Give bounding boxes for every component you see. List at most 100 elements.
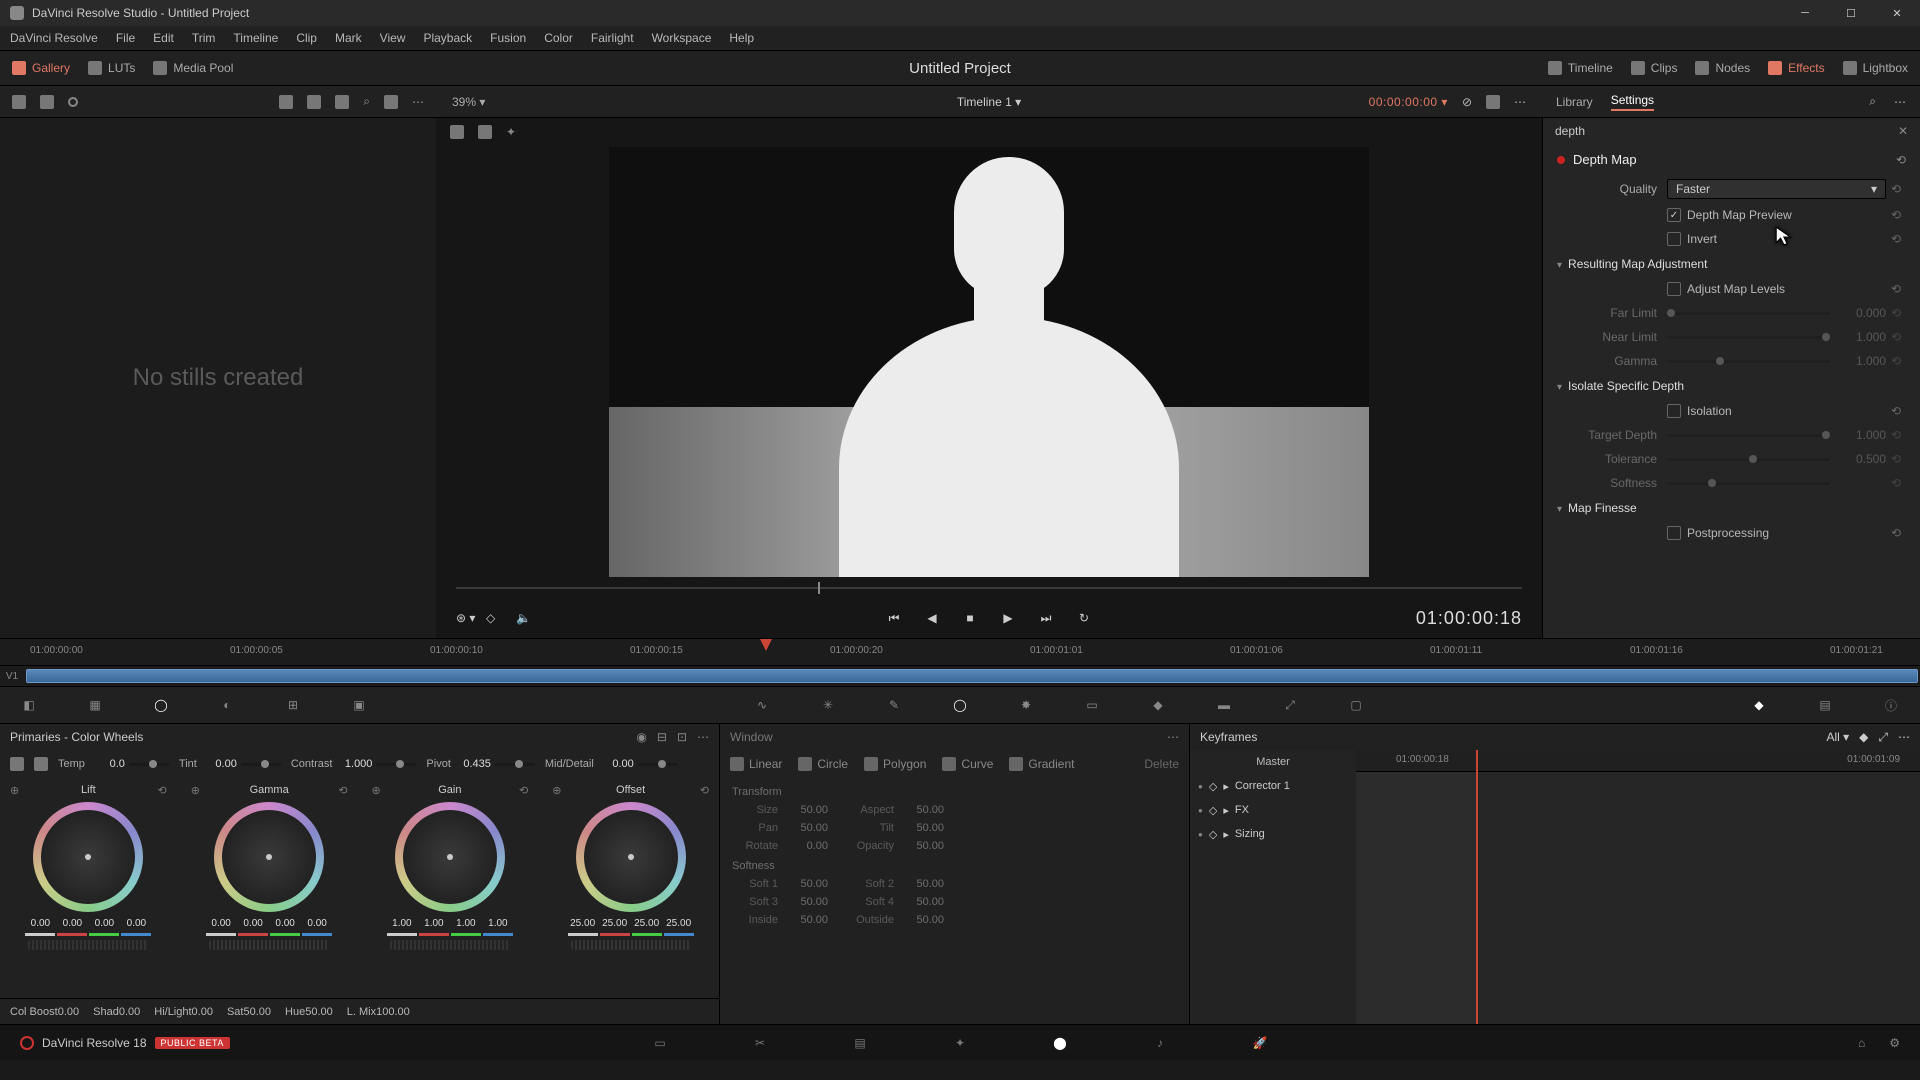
menu-item[interactable]: Edit bbox=[153, 31, 174, 45]
timeline-toggle[interactable]: Timeline bbox=[1548, 61, 1613, 75]
preview-reset-icon[interactable]: ⟲ bbox=[1886, 208, 1906, 222]
adjust-value[interactable]: 50.00 bbox=[305, 1006, 333, 1018]
wheel-channel-value[interactable]: 0.00 bbox=[238, 918, 268, 929]
wheel-channel-value[interactable]: 1.00 bbox=[387, 918, 417, 929]
color-match-icon[interactable]: ▦ bbox=[86, 696, 104, 714]
wheel-channel-value[interactable]: 0.00 bbox=[302, 918, 332, 929]
postprocessing-checkbox[interactable] bbox=[1667, 526, 1681, 540]
rgb-mixer-icon[interactable]: ⊞ bbox=[284, 696, 302, 714]
shape-circle[interactable]: Circle bbox=[798, 757, 848, 771]
viewer-scrubber[interactable] bbox=[456, 578, 1522, 598]
tolerance-reset-icon[interactable]: ⟲ bbox=[1886, 452, 1906, 466]
wheel-channel-value[interactable]: 0.00 bbox=[89, 918, 119, 929]
sf-value[interactable]: 50.00 bbox=[900, 878, 944, 890]
adjust-slider[interactable] bbox=[495, 763, 535, 766]
timeline-clip[interactable] bbox=[26, 669, 1918, 683]
section-map-adjustment[interactable]: Resulting Map Adjustment bbox=[1543, 251, 1920, 277]
minimize-button[interactable]: ─ bbox=[1782, 0, 1828, 26]
master-wheel-strip[interactable] bbox=[571, 940, 691, 950]
softness-reset-icon[interactable]: ⟲ bbox=[1886, 476, 1906, 490]
adjust-levels-reset-icon[interactable]: ⟲ bbox=[1886, 282, 1906, 296]
far-limit-slider[interactable] bbox=[1667, 312, 1830, 315]
stop-button[interactable]: ■ bbox=[960, 608, 980, 628]
menu-item[interactable]: DaVinci Resolve bbox=[10, 31, 98, 45]
tracker-icon[interactable]: ✸ bbox=[1017, 696, 1035, 714]
far-limit-reset-icon[interactable]: ⟲ bbox=[1886, 306, 1906, 320]
adjust-value[interactable]: 0.0 bbox=[89, 758, 125, 770]
tolerance-value[interactable]: 0.500 bbox=[1838, 452, 1886, 466]
adjust-slider[interactable] bbox=[376, 763, 416, 766]
wheel-reset-icon[interactable]: ⟲ bbox=[338, 784, 347, 797]
adjust-value[interactable]: 0.00 bbox=[192, 1006, 213, 1018]
keyframes-icon[interactable]: ◆ bbox=[1750, 696, 1768, 714]
loop-button[interactable]: ↻ bbox=[1074, 608, 1094, 628]
wheel-channel-value[interactable]: 0.00 bbox=[270, 918, 300, 929]
window-icon[interactable]: ◯ bbox=[951, 696, 969, 714]
adjust-value[interactable]: 0.00 bbox=[119, 1006, 140, 1018]
tf-value[interactable]: 50.00 bbox=[900, 822, 944, 834]
wheel-reset-icon[interactable]: ⟲ bbox=[700, 784, 709, 797]
split-screen-icon[interactable] bbox=[478, 125, 492, 139]
expand-viewer-icon[interactable] bbox=[1486, 95, 1500, 109]
hdr-icon[interactable]: ◐ bbox=[218, 696, 236, 714]
nodes-toggle[interactable]: Nodes bbox=[1695, 61, 1750, 75]
sort-icon[interactable] bbox=[279, 95, 293, 109]
sf-value[interactable]: 50.00 bbox=[784, 914, 828, 926]
unmix-icon[interactable]: ◇ bbox=[486, 611, 495, 625]
expand-icon[interactable] bbox=[384, 95, 398, 109]
adjust-value[interactable]: 100.00 bbox=[376, 1006, 410, 1018]
wheels-mode-2-icon[interactable]: ⊟ bbox=[657, 730, 667, 744]
delete-shape-button[interactable]: Delete bbox=[1144, 757, 1179, 771]
key-icon[interactable]: ▬ bbox=[1215, 696, 1233, 714]
wheels-icon[interactable]: ◯ bbox=[152, 696, 170, 714]
gamma-reset-icon[interactable]: ⟲ bbox=[1886, 354, 1906, 368]
wheel-channel-value[interactable]: 0.00 bbox=[121, 918, 151, 929]
shape-curve[interactable]: Curve bbox=[942, 757, 993, 771]
library-tab[interactable]: Library bbox=[1556, 95, 1593, 109]
menu-item[interactable]: Help bbox=[729, 31, 754, 45]
adjust-slider[interactable] bbox=[638, 763, 678, 766]
section-map-finesse[interactable]: Map Finesse bbox=[1543, 495, 1920, 521]
wheel-picker-icon[interactable]: ⊕ bbox=[552, 784, 561, 797]
sf-value[interactable]: 50.00 bbox=[900, 896, 944, 908]
tf-value[interactable]: 50.00 bbox=[900, 804, 944, 816]
deliver-page-icon[interactable]: 🚀 bbox=[1250, 1033, 1270, 1053]
camera-raw-icon[interactable]: ◧ bbox=[20, 696, 38, 714]
sf-value[interactable]: 50.00 bbox=[784, 896, 828, 908]
bsm-icon[interactable]: ◆ bbox=[1149, 696, 1167, 714]
color-wheel-gamma[interactable] bbox=[214, 802, 324, 912]
kf-more-icon[interactable]: ⋯ bbox=[1898, 730, 1910, 744]
info-icon[interactable]: ⓘ bbox=[1882, 696, 1900, 714]
shape-gradient[interactable]: Gradient bbox=[1009, 757, 1074, 771]
fusion-page-icon[interactable]: ✦ bbox=[950, 1033, 970, 1053]
color-wheel-offset[interactable] bbox=[576, 802, 686, 912]
color-wheel-gain[interactable] bbox=[395, 802, 505, 912]
tf-value[interactable]: 50.00 bbox=[784, 804, 828, 816]
wheel-reset-icon[interactable]: ⟲ bbox=[158, 784, 167, 797]
home-icon[interactable]: ⌂ bbox=[1858, 1036, 1865, 1050]
first-frame-button[interactable]: ⏮ bbox=[884, 608, 904, 628]
gamma-slider[interactable] bbox=[1667, 360, 1830, 363]
shape-polygon[interactable]: Polygon bbox=[864, 757, 926, 771]
shape-linear[interactable]: Linear bbox=[730, 757, 782, 771]
adjust-value[interactable]: 0.00 bbox=[58, 1006, 79, 1018]
auto-balance-icon[interactable] bbox=[10, 757, 24, 771]
gamma-value[interactable]: 1.000 bbox=[1838, 354, 1886, 368]
wheels-mode-1-icon[interactable]: ◉ bbox=[636, 730, 646, 744]
menu-item[interactable]: Playback bbox=[423, 31, 472, 45]
menu-item[interactable]: Clip bbox=[296, 31, 317, 45]
target-depth-value[interactable]: 1.000 bbox=[1838, 428, 1886, 442]
wheel-channel-value[interactable]: 25.00 bbox=[568, 918, 598, 929]
timeline-ruler[interactable]: 01:00:00:0001:00:00:0501:00:00:1001:00:0… bbox=[0, 638, 1920, 666]
softness-slider[interactable] bbox=[1667, 482, 1830, 485]
sf-value[interactable]: 50.00 bbox=[900, 914, 944, 926]
wheels-more-icon[interactable]: ⋯ bbox=[697, 730, 709, 744]
target-depth-reset-icon[interactable]: ⟲ bbox=[1886, 428, 1906, 442]
viewer-more-icon[interactable]: ⋯ bbox=[1514, 95, 1526, 109]
wheel-reset-icon[interactable]: ⟲ bbox=[519, 784, 528, 797]
kf-tree-row[interactable]: ●◇▸Corrector 1 bbox=[1190, 774, 1356, 798]
close-button[interactable]: ✕ bbox=[1874, 0, 1920, 26]
window-more-icon[interactable]: ⋯ bbox=[1167, 730, 1179, 744]
wheel-picker-icon[interactable]: ⊕ bbox=[191, 784, 200, 797]
viewer-timecode[interactable]: 01:00:00:18 bbox=[1416, 608, 1522, 629]
